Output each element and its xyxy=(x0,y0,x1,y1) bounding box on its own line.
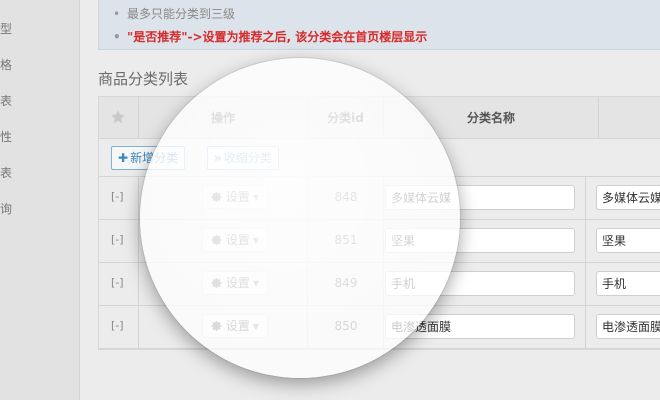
sidebar: 型 格 表 性 表 询 xyxy=(0,0,80,400)
sidebar-item[interactable]: 询 xyxy=(0,200,12,217)
sidebar-item[interactable]: 表 xyxy=(0,92,12,109)
gear-icon xyxy=(211,278,222,288)
toggle-cell: [-] xyxy=(99,263,139,305)
header-extra xyxy=(599,97,660,139)
settings-dropdown-button[interactable]: 设置 ▼ xyxy=(202,271,268,295)
toggle-cell: [-] xyxy=(99,306,139,348)
name-cell xyxy=(384,220,586,262)
header-id: 分类id xyxy=(308,97,384,139)
table-toolbar: ✚ 新增分类 » 收缩分类 xyxy=(99,139,660,177)
double-chevron-up-icon: » xyxy=(214,151,222,165)
tips-box: • 最多只能分类到三级 • "是否推荐"->设置为推荐之后, 该分类会在首页楼层显示 xyxy=(98,0,660,50)
category-id: 848 xyxy=(334,190,358,204)
collapse-toggle[interactable]: [-] xyxy=(111,319,124,332)
gear-icon xyxy=(211,321,222,331)
table-header: 操作 分类id 分类名称 xyxy=(99,97,660,139)
sidebar-item[interactable]: 格 xyxy=(0,56,12,73)
collapse-toggle[interactable]: [-] xyxy=(111,276,124,289)
plus-icon: ✚ xyxy=(118,151,129,165)
settings-dropdown-button[interactable]: 设置 ▼ xyxy=(202,228,268,252)
toggle-cell: [-] xyxy=(99,220,139,262)
settings-dropdown-button[interactable]: 设置 ▼ xyxy=(202,314,268,338)
add-category-button[interactable]: ✚ 新增分类 xyxy=(111,146,186,170)
collapse-category-button[interactable]: » 收缩分类 xyxy=(207,146,279,170)
name-cell xyxy=(384,263,586,305)
name-cell xyxy=(384,306,586,348)
category-alias-input[interactable] xyxy=(596,314,660,339)
category-id: 849 xyxy=(334,276,358,290)
category-table: 操作 分类id 分类名称 ✚新增分类 »收缩分类 [-] 设置▼ 848 [-]… xyxy=(98,96,660,350)
table-row: [-] 设置 ▼ 848 xyxy=(99,177,660,220)
toggle-cell: [-] xyxy=(99,177,139,219)
sidebar-item[interactable]: 性 xyxy=(0,128,12,145)
header-name: 分类名称 xyxy=(384,97,599,139)
category-alias-input[interactable] xyxy=(596,185,660,210)
sidebar-item[interactable]: 表 xyxy=(0,164,12,181)
category-id: 850 xyxy=(334,319,358,333)
caret-down-icon: ▼ xyxy=(252,278,260,288)
table-row: [-] 设置 ▼ 849 xyxy=(99,263,660,306)
header-action: 操作 xyxy=(139,97,308,139)
settings-dropdown-button[interactable]: 设置 ▼ xyxy=(202,185,268,209)
caret-down-icon: ▼ xyxy=(252,321,260,331)
gear-icon xyxy=(211,192,222,202)
star-icon xyxy=(111,110,125,124)
caret-down-icon: ▼ xyxy=(252,192,260,202)
section-title: 商品分类列表 xyxy=(98,70,189,88)
tip-line-recommend: • "是否推荐"->设置为推荐之后, 该分类会在首页楼层显示 xyxy=(113,30,428,44)
header-star-cell xyxy=(99,97,139,139)
sidebar-item[interactable]: 型 xyxy=(0,20,12,37)
name-cell xyxy=(384,177,586,219)
category-id: 851 xyxy=(334,233,358,247)
gear-icon xyxy=(211,235,222,245)
category-alias-input[interactable] xyxy=(596,228,660,253)
collapse-toggle[interactable]: [-] xyxy=(111,190,124,203)
collapse-toggle[interactable]: [-] xyxy=(111,233,124,246)
table-row: [-] 设置 ▼ 851 xyxy=(99,220,660,263)
category-alias-input[interactable] xyxy=(596,271,660,296)
tip-line: • 最多只能分类到三级 xyxy=(113,7,236,21)
table-row: [-] 设置 ▼ 850 xyxy=(99,306,660,349)
caret-down-icon: ▼ xyxy=(252,235,260,245)
